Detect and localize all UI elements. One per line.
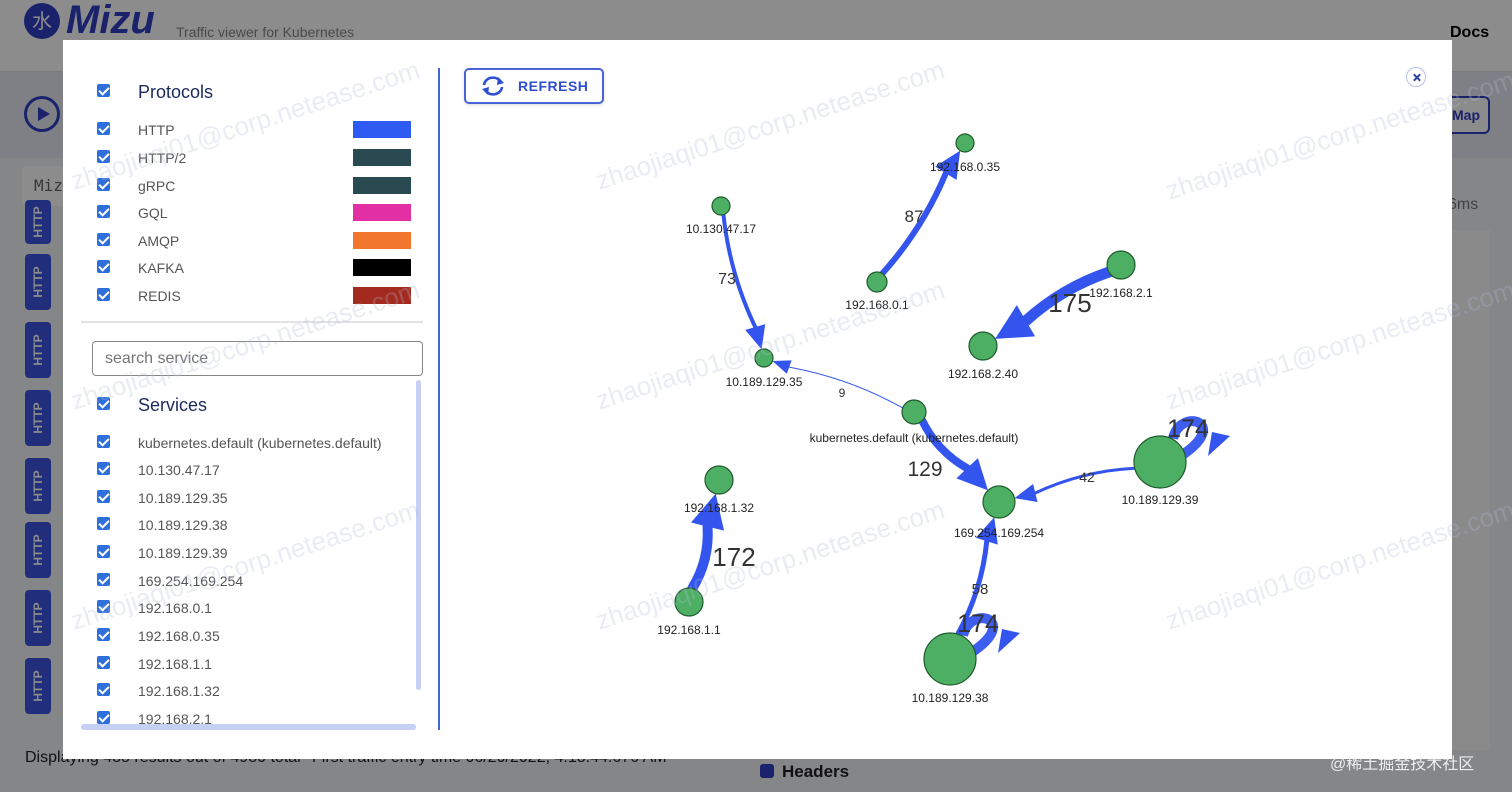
- edge-weight-label: 42: [1079, 469, 1095, 485]
- service-node-label: 10.189.129.35: [726, 375, 803, 389]
- service-label: 169.254.169.254: [138, 573, 244, 589]
- service-label: 192.168.0.35: [138, 628, 220, 644]
- service-node[interactable]: [674, 587, 704, 617]
- protocol-label: HTTP: [138, 122, 175, 138]
- service-node[interactable]: [1106, 250, 1136, 280]
- protocol-label: KAFKA: [138, 260, 184, 276]
- protocol-label: REDIS: [138, 288, 181, 304]
- service-node[interactable]: [955, 133, 975, 153]
- service-label: 10.189.129.38: [138, 517, 228, 533]
- protocol-color-swatch: [353, 149, 411, 166]
- service-node-label: 192.168.2.40: [948, 367, 1018, 381]
- service-node-label: 192.168.1.1: [657, 623, 721, 637]
- service-node-label: 192.168.2.1: [1089, 286, 1153, 300]
- service-label: 10.130.47.17: [138, 462, 220, 478]
- service-node[interactable]: [982, 485, 1016, 519]
- service-checkbox[interactable]: [97, 435, 110, 448]
- service-checkbox[interactable]: [97, 490, 110, 503]
- service-checkbox[interactable]: [97, 545, 110, 558]
- service-label: 192.168.1.32: [138, 683, 220, 699]
- search-service-input[interactable]: [92, 341, 423, 376]
- service-label: 10.189.129.39: [138, 545, 228, 561]
- service-node-label: 10.130.47.17: [686, 222, 756, 236]
- service-node-label: 192.168.0.1: [845, 298, 909, 312]
- service-node-label: 169.254.169.254: [954, 526, 1044, 540]
- protocol-checkbox-http[interactable]: [97, 122, 110, 135]
- service-label: 192.168.0.1: [138, 600, 212, 616]
- protocol-color-swatch: [353, 287, 411, 304]
- services-title: Services: [138, 395, 208, 415]
- service-checkbox[interactable]: [97, 573, 110, 586]
- protocol-label: GQL: [138, 205, 168, 221]
- protocol-color-swatch: [353, 232, 411, 249]
- service-node[interactable]: [704, 465, 734, 495]
- protocol-label: AMQP: [138, 233, 180, 249]
- service-checkbox[interactable]: [97, 462, 110, 475]
- service-map-modal: Protocols HTTP HTTP/2 gRPC GQL AMQP KAFK…: [63, 40, 1512, 759]
- protocol-label: HTTP/2: [138, 150, 187, 166]
- service-node-label: kubernetes.default (kubernetes.default): [810, 431, 1019, 445]
- filter-panel: Protocols HTTP HTTP/2 gRPC GQL AMQP KAFK…: [63, 40, 439, 759]
- edge-weight-label: 129: [907, 458, 942, 481]
- protocol-checkbox-http2[interactable]: [97, 150, 110, 163]
- service-node-label: 10.189.129.38: [912, 691, 989, 705]
- service-checkbox[interactable]: [97, 711, 110, 724]
- protocol-checkbox-redis[interactable]: [97, 288, 110, 301]
- edge-weight-label: 73: [718, 271, 736, 288]
- protocol-color-swatch: [353, 259, 411, 276]
- service-node[interactable]: [754, 348, 774, 368]
- service-checkbox[interactable]: [97, 600, 110, 613]
- service-checkbox[interactable]: [97, 683, 110, 696]
- protocol-checkbox-kafka[interactable]: [97, 260, 110, 273]
- service-node[interactable]: [866, 271, 888, 293]
- service-node[interactable]: [901, 399, 927, 425]
- edge-weight-label: 174: [957, 610, 999, 638]
- service-node[interactable]: [711, 196, 731, 216]
- service-node-label: 192.168.1.32: [684, 501, 754, 515]
- edge-weight-label: 58: [972, 581, 989, 598]
- service-label: kubernetes.default (kubernetes.default): [138, 435, 382, 451]
- protocol-checkbox-gql[interactable]: [97, 205, 110, 218]
- service-map-graph[interactable]: 87 73 175 9 129 42 174 172 58 174 192.168.0.35 10.1…: [440, 40, 1452, 759]
- service-node-label: 192.168.0.35: [930, 160, 1000, 174]
- section-divider: [81, 321, 423, 323]
- edge-weight-label: 9: [839, 386, 846, 400]
- protocol-color-swatch: [353, 177, 411, 194]
- edge-weight-label: 87: [905, 207, 924, 226]
- service-label: 10.189.129.35: [138, 490, 228, 506]
- service-node[interactable]: [923, 632, 977, 686]
- protocols-title: Protocols: [138, 82, 214, 102]
- services-select-all-checkbox[interactable]: [97, 397, 110, 410]
- protocols-select-all-checkbox[interactable]: [97, 84, 110, 97]
- service-node[interactable]: [1133, 435, 1187, 489]
- edge-weight-label: 174: [1167, 415, 1209, 443]
- service-checkbox[interactable]: [97, 656, 110, 669]
- edge-weight-label: 172: [712, 542, 755, 572]
- graph-canvas[interactable]: 87 73 175 9 129 42 174 172 58 174 192.168.0.35 10.1…: [440, 40, 1452, 759]
- service-label: 192.168.1.1: [138, 656, 212, 672]
- services-scrollbar-horizontal[interactable]: [81, 724, 416, 730]
- service-checkbox[interactable]: [97, 628, 110, 641]
- services-scrollbar-vertical[interactable]: [416, 380, 421, 690]
- graph-edge[interactable]: [1014, 466, 1137, 503]
- service-checkbox[interactable]: [97, 517, 110, 530]
- edge-weight-label: 175: [1048, 288, 1091, 318]
- protocol-color-swatch: [353, 204, 411, 221]
- protocol-color-swatch: [353, 121, 411, 138]
- service-node[interactable]: [968, 331, 998, 361]
- protocol-label: gRPC: [138, 178, 176, 194]
- protocol-checkbox-grpc[interactable]: [97, 178, 110, 191]
- protocol-checkbox-amqp[interactable]: [97, 233, 110, 246]
- service-node-label: 10.189.129.39: [1122, 493, 1199, 507]
